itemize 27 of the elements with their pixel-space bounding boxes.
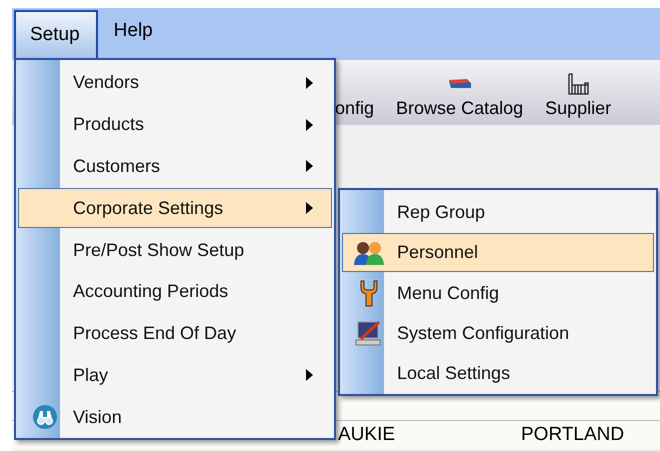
menu-item[interactable]: Pre/Post Show Setup <box>18 230 332 270</box>
menu-item[interactable]: Play <box>18 355 332 396</box>
menu-item[interactable]: Menu Config <box>342 274 654 312</box>
menu-item[interactable]: Process End Of Day <box>18 314 332 354</box>
computer-icon <box>355 319 383 348</box>
toolbar-button[interactable]: Supplier <box>535 70 624 125</box>
toolbar-button[interactable]: onfig <box>332 70 386 125</box>
menu-tab[interactable]: Setup <box>14 10 98 60</box>
menu-item[interactable]: Products <box>18 104 332 145</box>
book-icon <box>446 78 473 90</box>
menu-item[interactable]: Personnel <box>342 233 654 272</box>
menu-item[interactable]: Vision <box>18 397 332 438</box>
menu-item[interactable]: Rep Group <box>342 193 654 232</box>
menu-item[interactable]: Local Settings <box>342 354 654 394</box>
menu-item[interactable]: Vendors <box>18 63 332 103</box>
people-icon <box>353 240 385 266</box>
wrench-icon <box>358 279 380 308</box>
menu-item[interactable]: Customers <box>18 146 332 186</box>
menu-item[interactable]: Accounting Periods <box>18 272 332 312</box>
menu-item[interactable]: System Configuration <box>342 314 654 353</box>
table-cell-text: AUKIE <box>338 424 396 446</box>
table-cell: PORTLAND <box>521 424 624 446</box>
menu-item[interactable]: Corporate Settings <box>18 188 332 228</box>
binoculars-icon <box>32 404 58 430</box>
toolbar-button[interactable]: Browse Catalog <box>386 70 536 125</box>
menu-tab[interactable]: Help <box>98 10 171 54</box>
factory-icon <box>567 73 590 95</box>
